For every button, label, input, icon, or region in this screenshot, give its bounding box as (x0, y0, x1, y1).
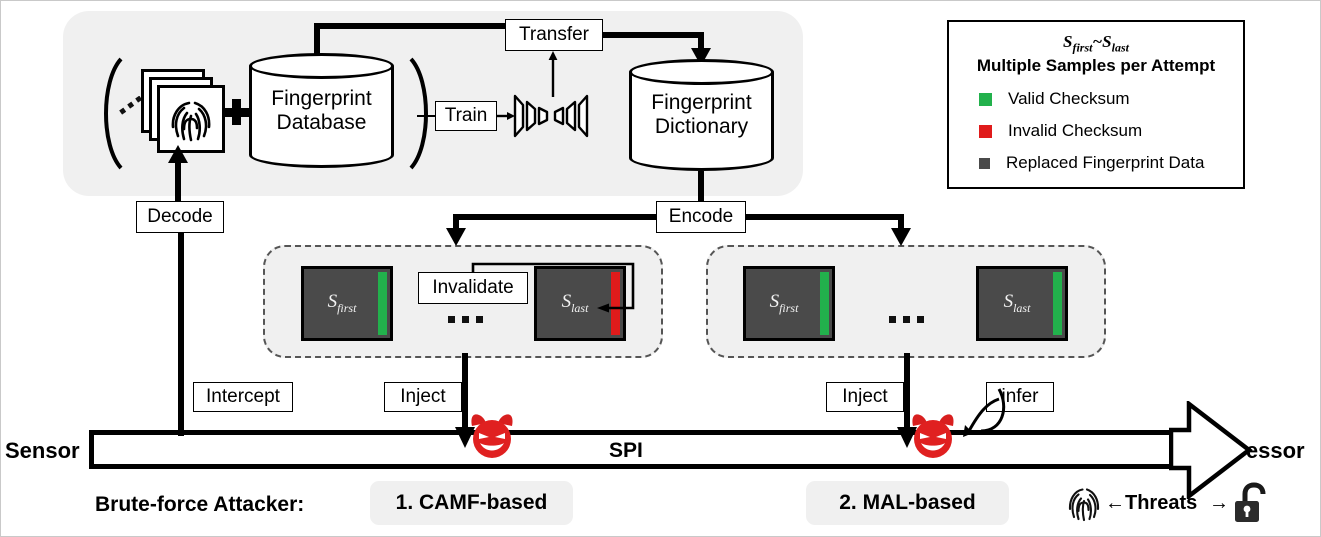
database-line1: Fingerprint (271, 86, 372, 110)
mal-caption: 2. MAL-based (806, 481, 1009, 525)
mal-inject-label: Inject (826, 382, 904, 412)
decode-to-cards-arrow (168, 145, 188, 201)
mal-last-sample: Slast (976, 266, 1068, 341)
legend-panel: Sfirst~Slast Multiple Samples per Attemp… (947, 20, 1245, 189)
bus-bottom-rail (89, 464, 1187, 469)
legend-range-s2: S (1102, 32, 1112, 51)
sensor-label: Sensor (5, 438, 80, 463)
fingerprint-icon (1067, 484, 1101, 522)
bus-left-cap (89, 430, 94, 469)
legend-label-invalid: Invalid Checksum (1008, 121, 1143, 141)
legend-swatch-valid (979, 92, 992, 106)
camf-inject-label: Inject (384, 382, 462, 412)
legend-range-tilde: ~ (1092, 32, 1103, 51)
mal-first-checksum-stripe (820, 272, 829, 335)
decode-label: Decode (136, 201, 224, 233)
invalidate-to-checksum-arrow (471, 262, 635, 313)
legend-swatch-replaced (979, 157, 990, 169)
dictionary-down-segment (698, 171, 704, 203)
fingerprint-database: Fingerprint Database (249, 53, 394, 168)
train-label: Train (435, 101, 497, 131)
legend-label-replaced: Replaced Fingerprint Data (1006, 153, 1205, 173)
brute-force-attacker-label: Brute-force Attacker: (95, 493, 305, 516)
fingerprint-icon (171, 101, 211, 142)
camf-caption: 1. CAMF-based (370, 481, 573, 525)
legend-range: Sfirst~Slast (963, 32, 1229, 55)
autoencoder-icon (513, 94, 589, 138)
encode-left-segment (456, 214, 658, 220)
camf-first-sample-label: Sfirst (327, 291, 357, 315)
bus-top-rail (89, 430, 1187, 435)
camf-first-sample: Sfirst (301, 266, 393, 341)
legend-item: Invalid Checksum (979, 121, 1229, 141)
db-right-segment (314, 23, 512, 29)
legend-item: Valid Checksum (979, 89, 1229, 109)
spi-bus-label: SPI (609, 439, 643, 462)
legend-heading: Multiple Samples per Attempt (976, 56, 1216, 76)
encode-right-segment (744, 214, 904, 220)
mal-first-sample-label: Sfirst (769, 291, 799, 315)
dictionary-line2: Dictionary (654, 115, 749, 138)
legend-swatch-invalid (979, 124, 992, 138)
diagram-canvas: Fingerprint Database Train Transfer Fing… (0, 0, 1321, 537)
mal-last-sample-label: Slast (1003, 291, 1031, 315)
mal-ellipsis-icon (889, 316, 924, 323)
database-line2: Database (276, 110, 367, 134)
plus-icon (223, 99, 249, 125)
processor-arrowhead-icon (1169, 401, 1253, 499)
intercept-label: Intercept (193, 382, 293, 412)
threats-left-arrow: ← (1105, 492, 1125, 514)
legend-range-sub1: first (1072, 40, 1093, 55)
autoencoder-to-transfer-arrow (548, 51, 558, 97)
camf-first-checksum-stripe (378, 272, 387, 335)
legend-label-valid: Valid Checksum (1008, 89, 1130, 109)
devil-icon (466, 410, 518, 462)
devil-icon (907, 410, 959, 462)
fingerprint-dictionary: Fingerprint Dictionary (629, 59, 774, 171)
legend-range-sub2: last (1111, 40, 1129, 55)
encode-to-camf-arrow (446, 214, 466, 246)
more-samples-dots-icon (119, 96, 143, 115)
transfer-label: Transfer (505, 19, 603, 51)
mal-first-sample: Sfirst (743, 266, 835, 341)
transfer-right-segment (601, 32, 701, 38)
legend-item: Replaced Fingerprint Data (979, 153, 1229, 173)
encode-label: Encode (656, 201, 746, 233)
mal-last-checksum-stripe (1053, 272, 1062, 335)
dictionary-line1: Fingerprint (651, 91, 752, 115)
encode-to-mal-arrow (891, 214, 911, 246)
decode-bus-segment (178, 231, 184, 436)
